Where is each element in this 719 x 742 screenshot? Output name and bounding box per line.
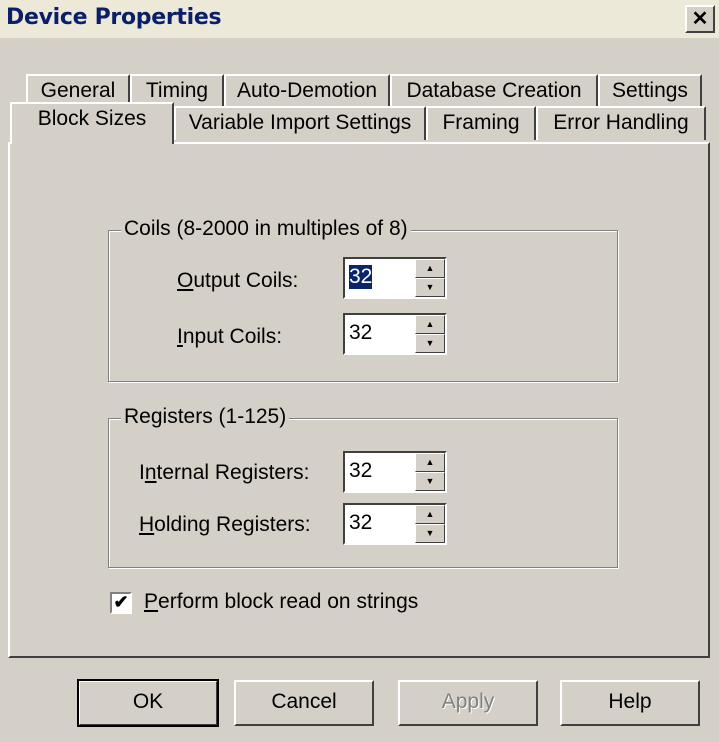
checkmark-icon: ✔ bbox=[113, 592, 129, 612]
input-coils-label: Input Coils: bbox=[177, 325, 283, 348]
tab-panel: Coils (8-2000 in multiples of 8) Output … bbox=[8, 142, 710, 658]
down-arrow-icon[interactable]: ▼ bbox=[415, 472, 445, 491]
input-coils-stepper[interactable]: 32 ▲ ▼ bbox=[343, 313, 447, 355]
coils-group: Coils (8-2000 in multiples of 8) Output … bbox=[108, 217, 618, 382]
output-coils-stepper[interactable]: 32 ▲ ▼ bbox=[343, 257, 447, 299]
internal-registers-stepper[interactable]: 32 ▲ ▼ bbox=[343, 451, 447, 493]
tab-block-sizes[interactable]: Block Sizes bbox=[10, 102, 174, 144]
registers-legend: Registers (1-125) bbox=[121, 405, 290, 429]
up-arrow-icon[interactable]: ▲ bbox=[415, 259, 445, 278]
tab-framing[interactable]: Framing bbox=[426, 106, 536, 140]
tab-row-2: Block Sizes Variable Import Settings Fra… bbox=[0, 102, 719, 144]
tab-database-creation[interactable]: Database Creation bbox=[390, 74, 598, 108]
title-bar: Device Properties ✕ bbox=[0, 0, 719, 38]
close-icon: ✕ bbox=[691, 8, 709, 30]
registers-group: Registers (1-125) Internal Registers: 32… bbox=[108, 405, 618, 568]
output-coils-value[interactable]: 32 bbox=[349, 265, 373, 289]
block-read-checkbox[interactable]: ✔ bbox=[110, 592, 132, 614]
block-read-label[interactable]: Perform block read on strings bbox=[144, 590, 418, 614]
tab-variable-import-settings[interactable]: Variable Import Settings bbox=[174, 106, 426, 140]
holding-registers-value[interactable]: 32 bbox=[349, 511, 372, 535]
output-coils-label: Output Coils: bbox=[177, 269, 299, 292]
internal-registers-label: Internal Registers: bbox=[139, 461, 310, 484]
tab-error-handling[interactable]: Error Handling bbox=[536, 106, 706, 140]
close-button[interactable]: ✕ bbox=[685, 5, 715, 33]
window-title: Device Properties bbox=[6, 5, 222, 30]
help-button[interactable]: Help bbox=[560, 680, 700, 726]
cancel-button[interactable]: Cancel bbox=[234, 680, 374, 726]
down-arrow-icon[interactable]: ▼ bbox=[415, 334, 445, 353]
internal-registers-value[interactable]: 32 bbox=[349, 459, 372, 483]
tab-settings[interactable]: Settings bbox=[598, 74, 702, 108]
tab-auto-demotion[interactable]: Auto-Demotion bbox=[224, 74, 390, 108]
up-arrow-icon[interactable]: ▲ bbox=[415, 505, 445, 524]
up-arrow-icon[interactable]: ▲ bbox=[415, 453, 445, 472]
down-arrow-icon[interactable]: ▼ bbox=[415, 524, 445, 543]
up-arrow-icon[interactable]: ▲ bbox=[415, 315, 445, 334]
apply-button[interactable]: Apply bbox=[398, 680, 538, 726]
input-coils-value[interactable]: 32 bbox=[349, 321, 372, 345]
holding-registers-label: Holding Registers: bbox=[139, 513, 311, 536]
holding-registers-stepper[interactable]: 32 ▲ ▼ bbox=[343, 503, 447, 545]
coils-legend: Coils (8-2000 in multiples of 8) bbox=[121, 217, 411, 241]
ok-button[interactable]: OK bbox=[77, 679, 219, 727]
down-arrow-icon[interactable]: ▼ bbox=[415, 278, 445, 297]
